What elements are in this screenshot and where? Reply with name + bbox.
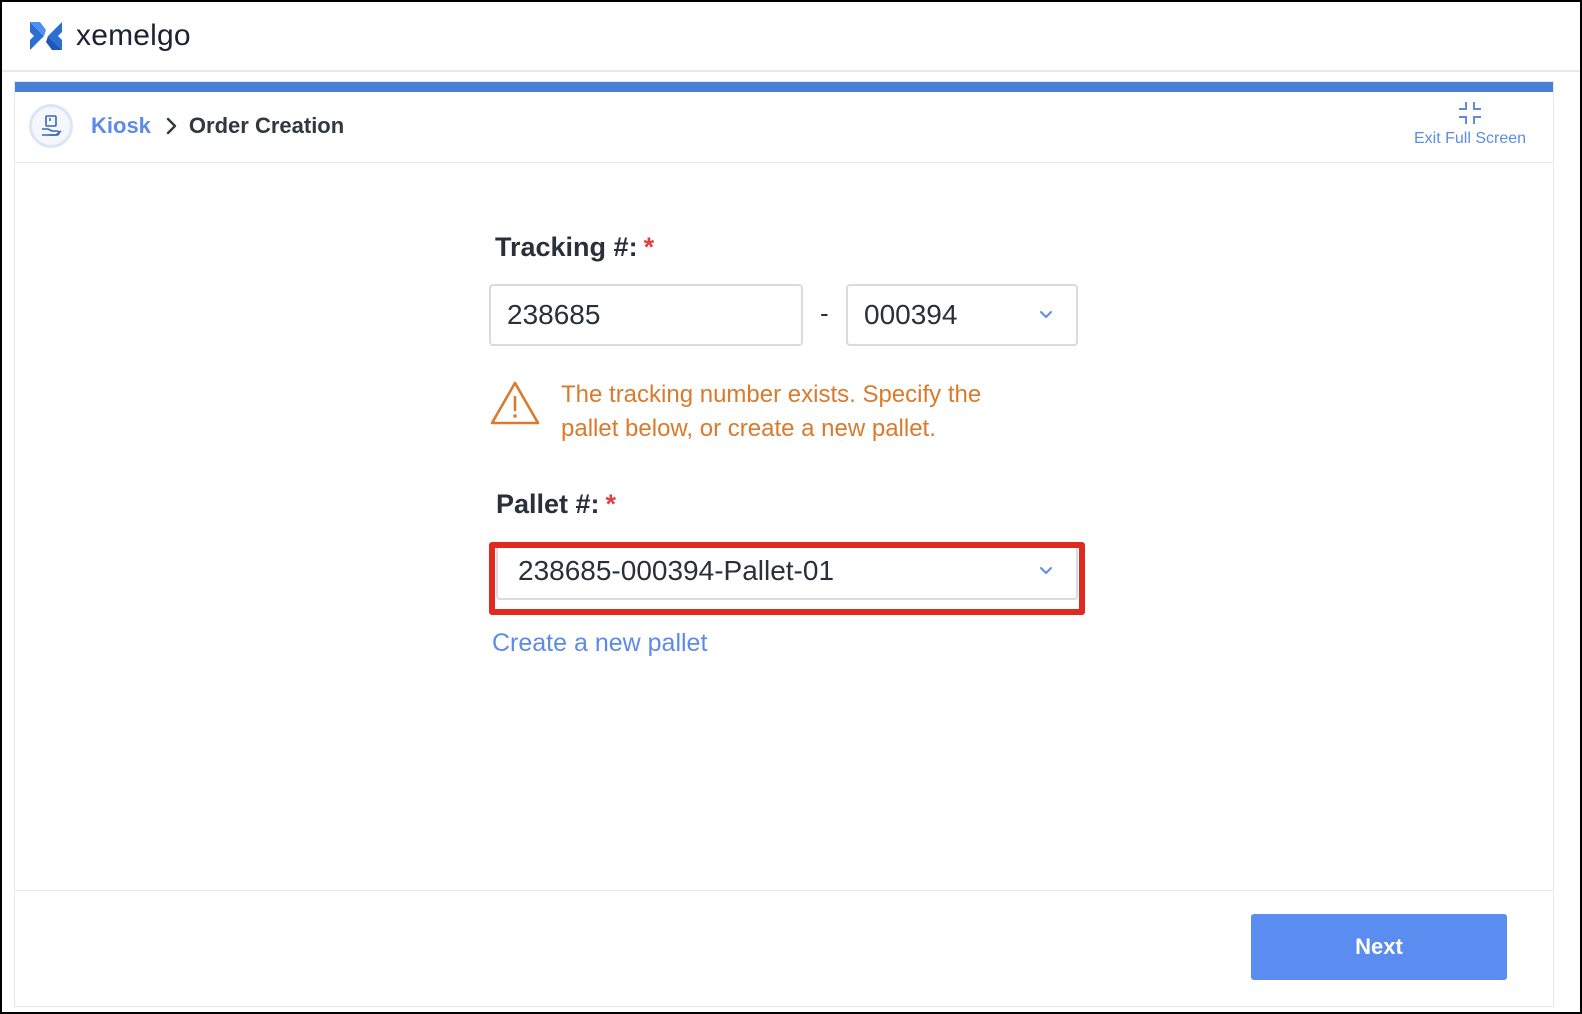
tracking-warning: The tracking number exists. Specify the …	[489, 378, 1089, 446]
tracking-label-text: Tracking #:	[495, 232, 638, 262]
brand-name: xemelgo	[76, 19, 191, 52]
warning-line-2: pallet below, or create a new pallet.	[561, 415, 936, 442]
required-mark: *	[643, 232, 655, 262]
breadcrumb: Kiosk Order Creation	[91, 113, 344, 139]
tracking-separator: -	[820, 298, 829, 328]
app-window: xemelgo Kiosk Order Creation Exit Full S…	[0, 0, 1582, 1014]
kiosk-icon	[29, 104, 73, 148]
accent-bar	[15, 82, 1553, 92]
exit-fullscreen-label: Exit Full Screen	[1413, 130, 1527, 147]
warning-icon	[490, 381, 540, 425]
warning-line-1: The tracking number exists. Specify the	[561, 381, 982, 408]
chevron-down-icon	[1040, 311, 1052, 319]
breadcrumb-kiosk-link[interactable]: Kiosk	[91, 113, 151, 139]
warning-text: The tracking number exists. Specify the …	[561, 378, 981, 446]
tracking-part1-value: 238685	[507, 299, 601, 330]
page-header: Kiosk Order Creation Exit Full Screen	[15, 92, 1553, 163]
brand-logo[interactable]: xemelgo	[28, 18, 191, 54]
chevron-right-icon	[165, 117, 177, 135]
xemelgo-logo-icon	[30, 22, 62, 50]
exit-fullscreen-button[interactable]: Exit Full Screen	[1405, 100, 1535, 148]
tracking-part2-select[interactable]: 000394	[846, 284, 1078, 346]
kiosk-panel: Kiosk Order Creation Exit Full Screen Tr…	[14, 81, 1554, 1007]
top-bar: xemelgo	[2, 2, 1580, 72]
tracking-label: Tracking #: *	[495, 232, 654, 263]
create-new-pallet-link[interactable]: Create a new pallet	[492, 629, 707, 658]
tracking-part2-value: 000394	[864, 299, 958, 330]
footer-divider	[15, 890, 1553, 891]
tracking-part1-input[interactable]: 238685	[489, 284, 803, 346]
pallet-label: Pallet #: *	[496, 489, 616, 520]
required-mark: *	[605, 489, 617, 519]
next-button[interactable]: Next	[1251, 914, 1507, 980]
highlight-box	[489, 542, 1085, 615]
collapse-screen-icon	[1459, 102, 1481, 124]
pallet-label-text: Pallet #:	[496, 489, 600, 519]
breadcrumb-current: Order Creation	[188, 113, 345, 138]
